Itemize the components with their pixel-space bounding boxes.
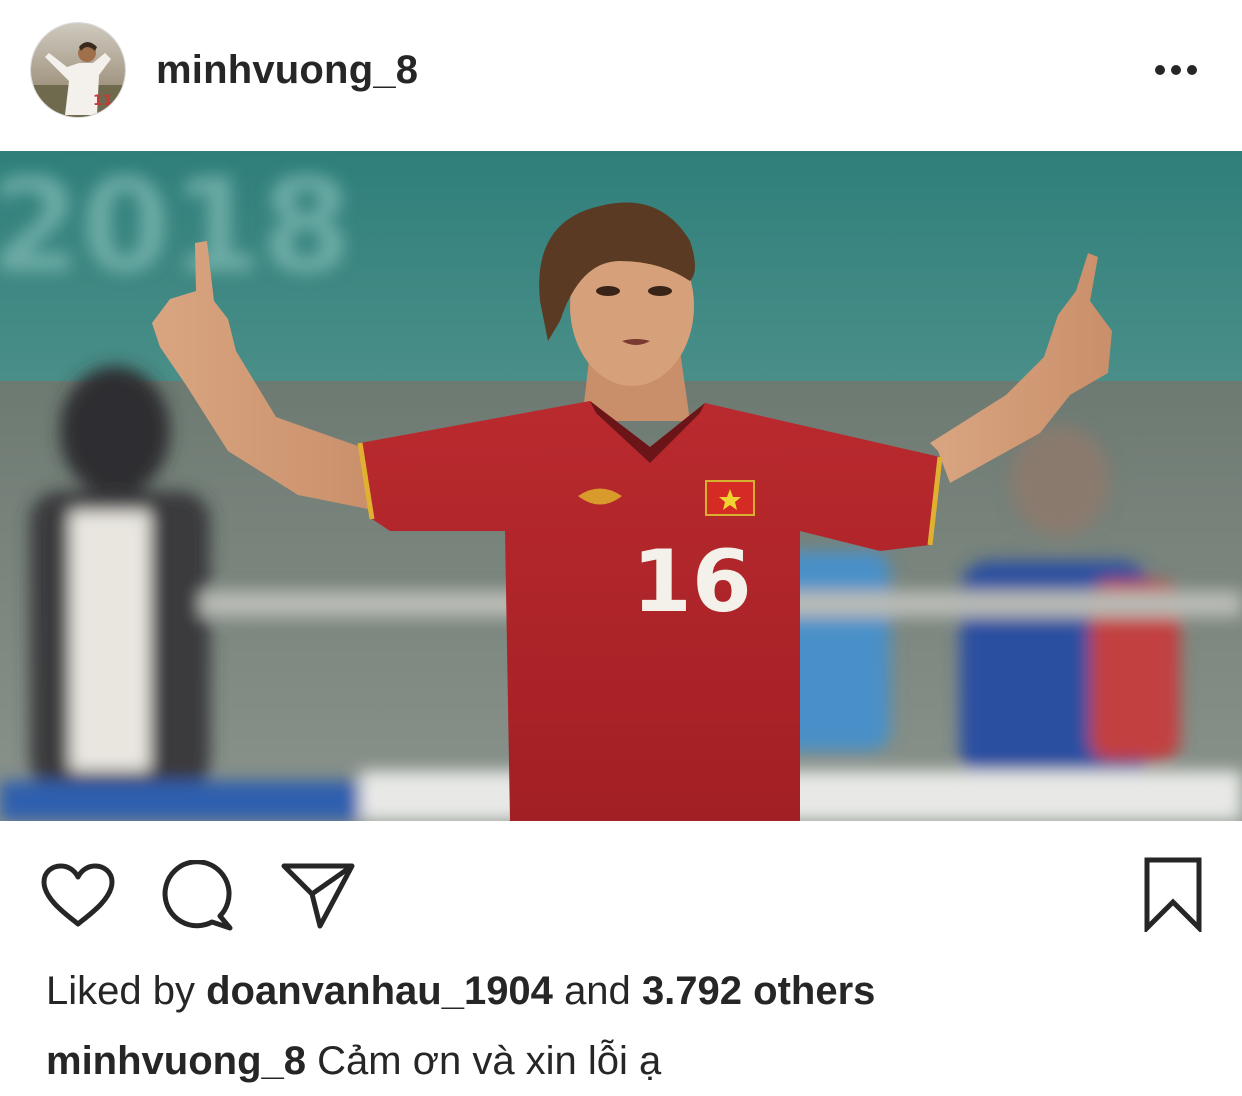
bookmark-icon[interactable] <box>1142 856 1204 932</box>
likes-prefix: Liked by <box>46 969 195 1013</box>
comment-icon[interactable] <box>162 860 236 932</box>
post-photo[interactable]: 2018 16 <box>0 151 1242 821</box>
likes-connector: and <box>564 969 631 1013</box>
likes-others-count[interactable]: 3.792 others <box>642 969 875 1013</box>
heart-icon[interactable] <box>40 862 116 930</box>
likes-summary: Liked by doanvanhau_1904 and 3.792 other… <box>46 966 875 1016</box>
svg-text:11: 11 <box>93 93 112 109</box>
post-header: 11 minhvuong_8 <box>0 0 1242 148</box>
avatar-photo: 11 <box>31 23 125 117</box>
instagram-post: 11 minhvuong_8 2018 16 Liked by doanvanh… <box>0 0 1242 1096</box>
profile-avatar[interactable]: 11 <box>30 22 126 118</box>
caption-username[interactable]: minhvuong_8 <box>46 1039 306 1083</box>
post-username[interactable]: minhvuong_8 <box>156 46 418 94</box>
caption-text: Cảm ơn và xin lỗi ạ <box>317 1039 662 1083</box>
liker-username[interactable]: doanvanhau_1904 <box>206 969 553 1013</box>
jersey-number: 16 <box>632 532 752 632</box>
paper-plane-icon[interactable] <box>280 860 356 930</box>
more-options-icon[interactable] <box>1146 54 1206 86</box>
banner-text: 2018 <box>0 151 352 302</box>
action-bar <box>0 822 1242 952</box>
post-caption: minhvuong_8 Cảm ơn và xin lỗi ạ <box>46 1036 661 1086</box>
